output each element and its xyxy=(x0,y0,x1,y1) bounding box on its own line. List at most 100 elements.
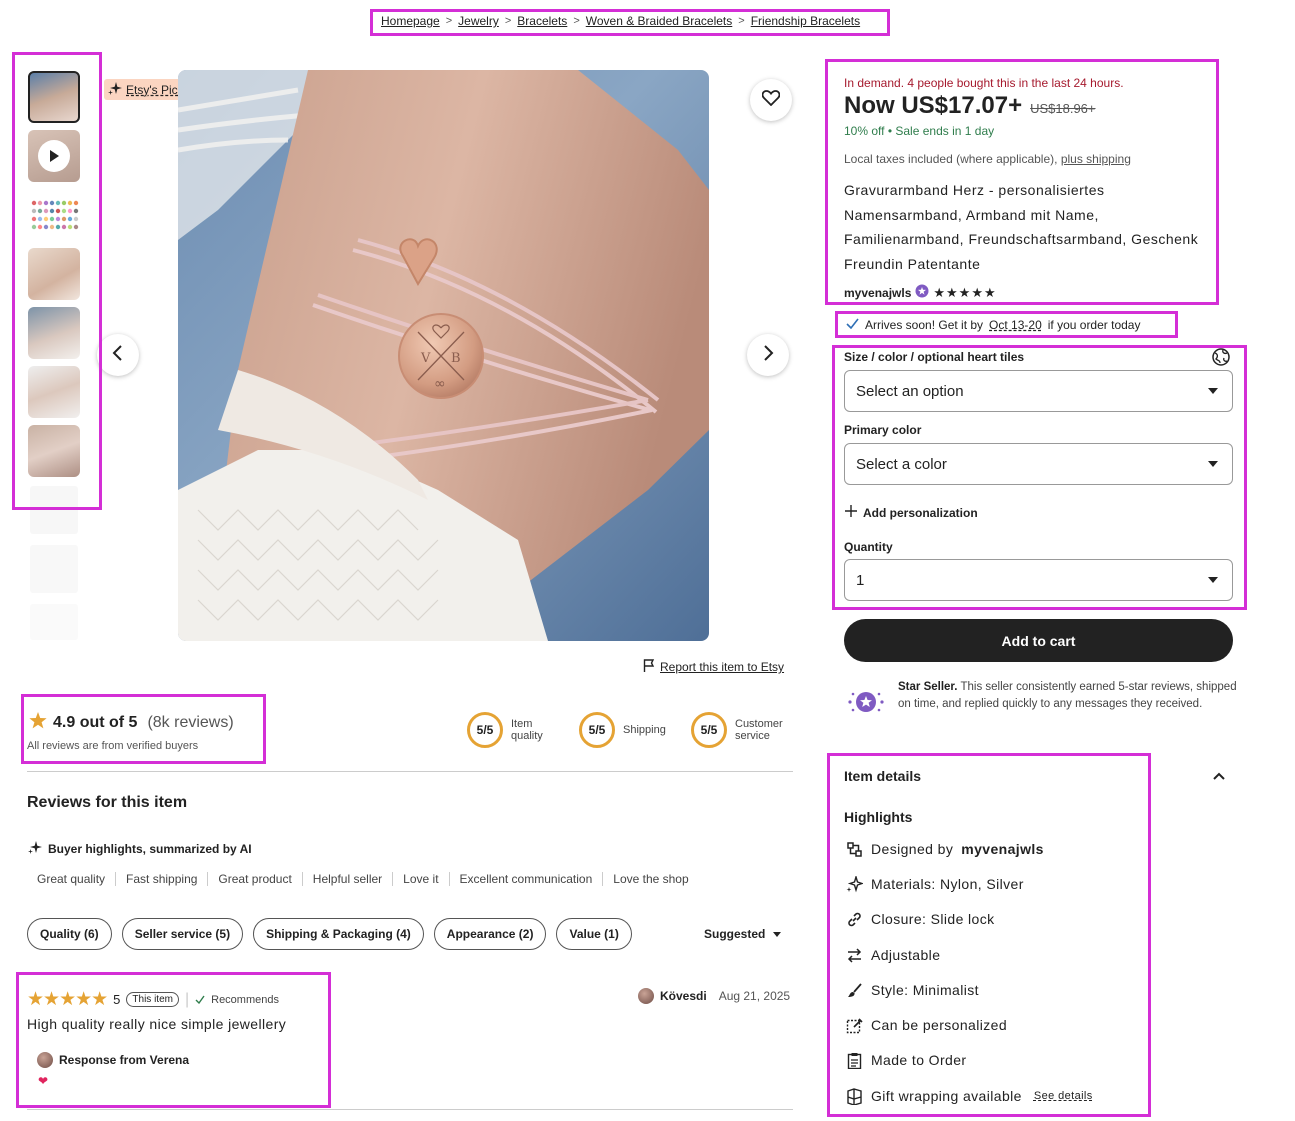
see-details-link[interactable]: See details xyxy=(1034,1090,1093,1102)
highlight-item: Love it xyxy=(392,872,448,886)
breadcrumb-homepage[interactable]: Homepage xyxy=(381,14,440,28)
highlight-item: Love the shop xyxy=(602,872,698,886)
score-ring: 5/5 xyxy=(691,712,727,748)
detail-gift-wrapping: Gift wrapping available See details xyxy=(845,1087,1093,1105)
link-icon xyxy=(845,910,863,928)
price-row: Now US$17.07+ US$18.96+ xyxy=(844,92,1096,120)
star-seller-info: Star Seller. This seller consistently ea… xyxy=(898,679,1238,712)
response-label: Response from Verena xyxy=(59,1053,190,1067)
thumbnail-4[interactable] xyxy=(28,248,80,300)
chevron-down-icon xyxy=(1208,461,1218,467)
score-ring: 5/5 xyxy=(467,712,503,748)
highlight-item: Fast shipping xyxy=(115,872,207,886)
arrival-estimate: Arrives soon! Get it by Oct 13-20 if you… xyxy=(846,318,1140,332)
thumbnail-5[interactable] xyxy=(28,307,80,359)
thumbnail-placeholder xyxy=(30,604,78,640)
heart-reaction-icon: ❤ xyxy=(38,1074,49,1088)
rating-summary: 4.9 out of 5 (8k reviews) xyxy=(29,712,234,734)
arrival-dates[interactable]: Oct 13-20 xyxy=(989,318,1042,332)
materials-text: Materials: Nylon, Silver xyxy=(871,876,1024,892)
current-price: Now US$17.07+ xyxy=(844,92,1023,119)
quantity-value: 1 xyxy=(856,571,865,589)
item-details-heading[interactable]: Item details xyxy=(844,768,921,784)
thumbnail-6[interactable] xyxy=(28,366,80,418)
add-personalization-button[interactable]: Add personalization xyxy=(845,505,978,520)
chevron-right-icon xyxy=(762,344,774,366)
score-label: Item quality xyxy=(511,718,543,742)
score-label: Shipping xyxy=(623,724,666,736)
this-item-tag: This item xyxy=(126,992,179,1007)
seller-response[interactable]: Response from Verena xyxy=(37,1052,189,1068)
size-option-select[interactable]: Select an option xyxy=(844,370,1233,412)
gift-icon xyxy=(845,1087,863,1105)
buyer-highlights-list: Great quality Fast shipping Great produc… xyxy=(27,872,699,886)
highlight-item: Excellent communication xyxy=(448,872,603,886)
seller-avatar xyxy=(37,1052,53,1068)
reviews-heading: Reviews for this item xyxy=(27,794,188,811)
chevron-right-icon: > xyxy=(738,15,745,27)
verified-buyers-note: All reviews are from verified buyers xyxy=(27,740,199,752)
etsys-pick-badge[interactable]: Etsy's Pick xyxy=(104,79,190,100)
seller-name-link[interactable]: myvenajwls xyxy=(844,286,911,300)
previous-image-button[interactable] xyxy=(97,334,139,376)
designed-by-name: myvenajwls xyxy=(961,841,1044,857)
filter-chip-seller-service[interactable]: Seller service (5) xyxy=(121,918,244,950)
adjustable-text: Adjustable xyxy=(871,947,941,963)
thumbnail-7[interactable] xyxy=(28,425,80,477)
favorite-button[interactable] xyxy=(750,79,792,121)
filter-chip-quality[interactable]: Quality (6) xyxy=(27,918,112,950)
main-product-image[interactable]: V B ∞ xyxy=(178,70,709,641)
review-count[interactable]: (8k reviews) xyxy=(147,714,233,732)
review-text: High quality really nice simple jeweller… xyxy=(27,1016,287,1032)
filter-chip-shipping-packaging[interactable]: Shipping & Packaging (4) xyxy=(253,918,424,950)
detail-made-to-order: Made to Order xyxy=(845,1051,966,1069)
thumbnail-1[interactable] xyxy=(28,71,80,123)
recommends-label: Recommends xyxy=(211,993,279,1006)
thumbnail-3[interactable] xyxy=(28,189,80,241)
filter-chip-appearance[interactable]: Appearance (2) xyxy=(433,918,547,950)
breadcrumb-jewelry[interactable]: Jewelry xyxy=(458,14,499,28)
review-stars: ★★★★★ xyxy=(27,989,108,1010)
svg-text:∞: ∞ xyxy=(434,376,446,392)
ai-highlights-label: Buyer highlights, summarized by AI xyxy=(28,840,252,857)
score-ring: 5/5 xyxy=(579,712,615,748)
breadcrumb-bracelets[interactable]: Bracelets xyxy=(517,14,567,28)
seller-row: myvenajwls ★★★★★ xyxy=(844,284,997,301)
filter-chip-value[interactable]: Value (1) xyxy=(556,918,632,950)
clipboard-icon xyxy=(845,1051,863,1069)
highlight-item: Great product xyxy=(207,872,301,886)
check-icon xyxy=(846,318,859,332)
add-personalization-label: Add personalization xyxy=(863,505,978,520)
divider xyxy=(27,771,793,772)
thumbnail-video[interactable] xyxy=(28,130,80,182)
taxes-text: Local taxes included (where applicable), xyxy=(844,152,1058,166)
reviewer-name[interactable]: Kövesdi xyxy=(660,989,707,1003)
heart-icon xyxy=(761,89,781,111)
primary-color-select[interactable]: Select a color xyxy=(844,443,1233,485)
review-author: Kövesdi Aug 21, 2025 xyxy=(638,988,790,1004)
chevron-up-icon[interactable] xyxy=(1213,768,1225,783)
highlight-item: Great quality xyxy=(37,872,106,886)
add-to-cart-button[interactable]: Add to cart xyxy=(844,619,1233,662)
plus-icon xyxy=(845,505,857,520)
breadcrumb-friendship[interactable]: Friendship Bracelets xyxy=(751,14,860,28)
sparkle-icon xyxy=(845,875,863,893)
next-image-button[interactable] xyxy=(747,334,789,376)
arrows-icon xyxy=(845,946,863,964)
reviewer-avatar xyxy=(638,988,654,1004)
sort-dropdown[interactable]: Suggested xyxy=(704,927,782,941)
breadcrumb: Homepage > Jewelry > Bracelets > Woven & Br… xyxy=(381,14,860,28)
quantity-select[interactable]: 1 xyxy=(844,559,1233,601)
globe-icon[interactable] xyxy=(1212,348,1230,371)
report-item-link[interactable]: Report this item to Etsy xyxy=(643,659,784,675)
seller-rating-stars[interactable]: ★★★★★ xyxy=(933,285,996,301)
review-filter-chips: Quality (6) Seller service (5) Shipping … xyxy=(27,918,632,950)
breadcrumb-woven-braided[interactable]: Woven & Braided Bracelets xyxy=(586,14,733,28)
personalized-text: Can be personalized xyxy=(871,1017,1008,1033)
listing-title: Gravurarmband Herz - personalisiertes Na… xyxy=(844,182,1199,272)
sale-end-text: Sale ends in 1 day xyxy=(895,124,995,138)
brush-icon xyxy=(845,981,863,999)
detail-adjustable: Adjustable xyxy=(845,946,940,964)
thumbnail-placeholder xyxy=(30,486,78,534)
plus-shipping-link[interactable]: plus shipping xyxy=(1061,152,1131,166)
